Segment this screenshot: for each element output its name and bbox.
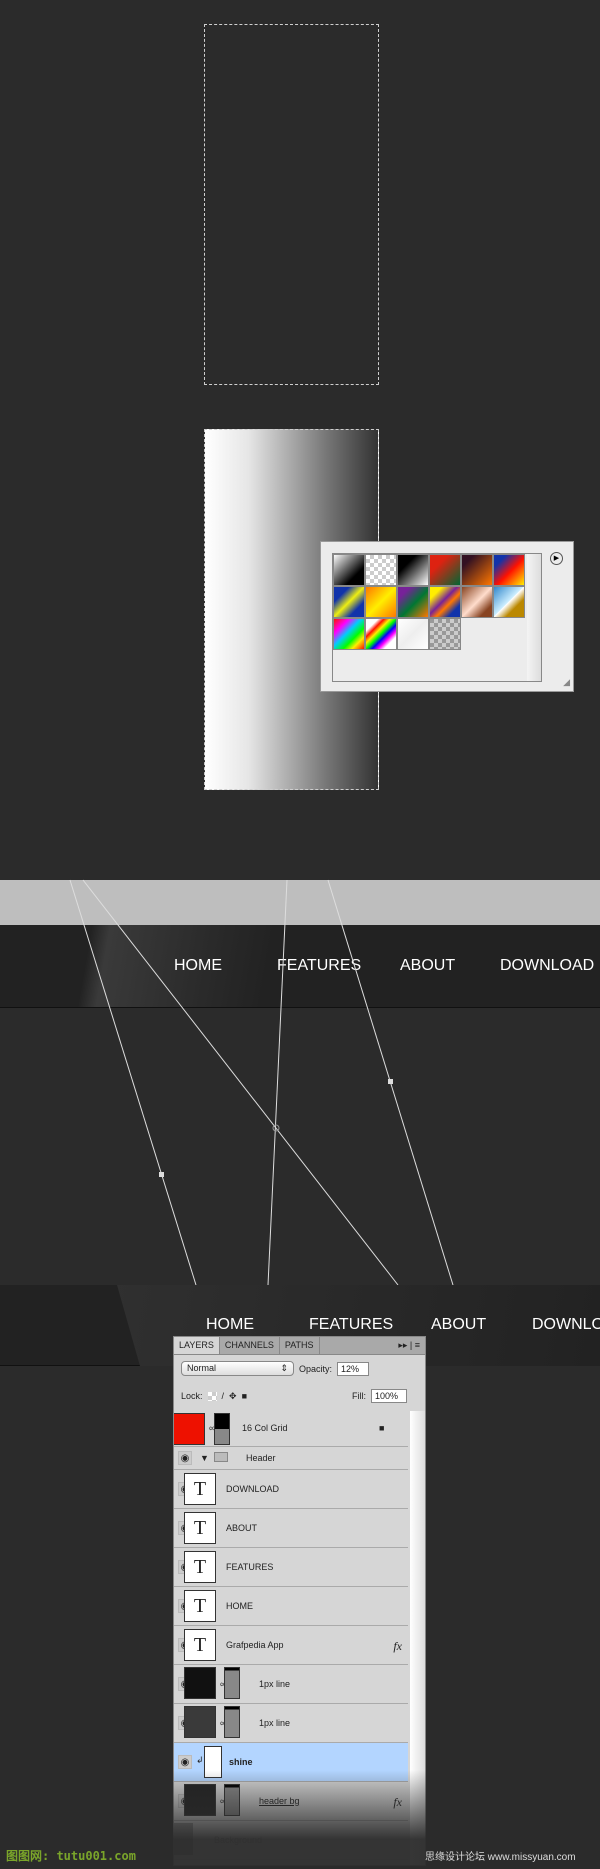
layer-name: Header [246,1452,276,1463]
folder-icon [214,1452,228,1462]
selection-marquee [204,24,379,385]
scrollbar[interactable] [527,554,541,681]
layer-row[interactable]: ◉∞1px line [174,1665,408,1704]
layer-name: DOWNLOAD [226,1483,280,1494]
lock-brush-icon[interactable]: / [222,1391,225,1401]
lock-label: Lock: [181,1391,203,1401]
blend-mode-value: Normal [187,1363,217,1373]
lock-move-icon[interactable]: ✥ [229,1391,237,1402]
gradient-swatch[interactable] [397,554,429,586]
layer-thumbnail [184,1667,216,1699]
layer-row[interactable]: ◉THOME [174,1587,408,1626]
gradient-swatch[interactable] [365,554,397,586]
fill-input[interactable]: 100% [371,1389,407,1403]
resize-grip-icon[interactable]: ◢ [563,677,570,688]
text-layer-icon: T [184,1551,216,1583]
gradient-swatch[interactable] [333,586,365,618]
text-layer-icon: T [184,1473,216,1505]
text-layer-icon: T [184,1512,216,1544]
layer-thumbnail [184,1706,216,1738]
watermark-right: 思缘设计论坛 www.missyuan.com [425,1852,576,1863]
layer-row[interactable]: ◉TFEATURES [174,1548,408,1587]
clipping-arrow-icon: ↲ [196,1755,204,1765]
layer-name: HOME [226,1600,253,1611]
layer-name: ABOUT [226,1522,258,1533]
gradient-swatch-grid [332,553,542,682]
layer-mask-thumbnail [224,1667,240,1699]
nav-item-downlo[interactable]: DOWNLO [532,1316,600,1334]
gradient-swatch[interactable] [397,618,429,650]
gradient-swatch[interactable] [333,618,365,650]
layer-row[interactable]: ∞ 16 Col Grid ■ [174,1411,408,1447]
guide-line [267,879,288,1286]
opacity-input[interactable]: 12% [337,1361,370,1376]
tab-layers[interactable]: LAYERS [174,1337,220,1354]
layer-row[interactable]: ◉∞1px line [174,1704,408,1743]
gradient-swatch[interactable] [493,586,525,618]
gradient-swatch[interactable] [365,618,397,650]
layer-row[interactable]: ◉TGrafpedia Appfx [174,1626,408,1665]
layer-name: 16 Col Grid [242,1423,288,1433]
layer-name: Grafpedia App [226,1639,284,1650]
gradient-swatch[interactable] [461,586,493,618]
tab-channels[interactable]: CHANNELS [220,1337,280,1354]
layer-name: 1px line [259,1717,291,1728]
gradient-swatch[interactable] [429,586,461,618]
transform-handle [159,1172,164,1177]
layer-row[interactable]: ◉ ▼ Header [174,1447,408,1470]
guide-line [69,879,197,1286]
blend-mode-select[interactable]: Normal ⇕ [181,1361,294,1376]
guide-line [82,879,399,1286]
lock-icon: ■ [379,1423,385,1433]
text-layer-icon: T [184,1629,216,1661]
opacity-label: Opacity: [299,1363,333,1374]
layer-name: 1px line [259,1678,291,1689]
panel-tabs: LAYERS CHANNELS PATHS ▸▸ | ≡ [174,1337,425,1355]
gradient-picker: ▶ ◢ [320,541,574,692]
fill-label: Fill: [352,1391,366,1401]
panel-menu-icon[interactable]: ▸▸ | ≡ [393,1337,425,1354]
layer-mask-thumbnail [214,1413,230,1445]
nav-item-about[interactable]: ABOUT [431,1316,486,1334]
eye-icon[interactable]: ◉ [178,1754,192,1769]
layer-name: FEATURES [226,1561,274,1572]
gradient-swatch[interactable] [333,554,365,586]
layer-mask-thumbnail [224,1706,240,1738]
nav-item-home[interactable]: HOME [206,1316,254,1334]
eye-icon[interactable]: ◉ [178,1450,192,1465]
transform-handle [388,1079,393,1084]
nav-item-features[interactable]: FEATURES [309,1316,393,1334]
play-circle-icon[interactable]: ▶ [550,552,563,565]
lock-all-icon[interactable]: ■ [242,1391,247,1401]
gradient-swatch[interactable] [429,554,461,586]
gradient-swatch[interactable] [461,554,493,586]
layer-name: shine [229,1756,253,1767]
layer-thumbnail [174,1413,205,1445]
tab-paths[interactable]: PATHS [280,1337,320,1354]
lock-transparency-icon[interactable] [207,1391,217,1401]
transform-guides [69,879,454,1286]
gradient-swatch[interactable] [365,586,397,618]
layer-row[interactable]: ◉TABOUT [174,1509,408,1548]
gradient-swatch[interactable] [493,554,525,586]
text-layer-icon: T [184,1590,216,1622]
disclosure-triangle-icon[interactable]: ▼ [200,1453,209,1463]
fx-icon[interactable]: fx [393,1639,402,1654]
watermark-left: 图图网: tutu001.com [6,1849,136,1863]
gradient-swatch[interactable] [397,586,429,618]
gradient-swatch[interactable] [429,618,461,650]
layer-row[interactable]: ◉TDOWNLOAD [174,1470,408,1509]
